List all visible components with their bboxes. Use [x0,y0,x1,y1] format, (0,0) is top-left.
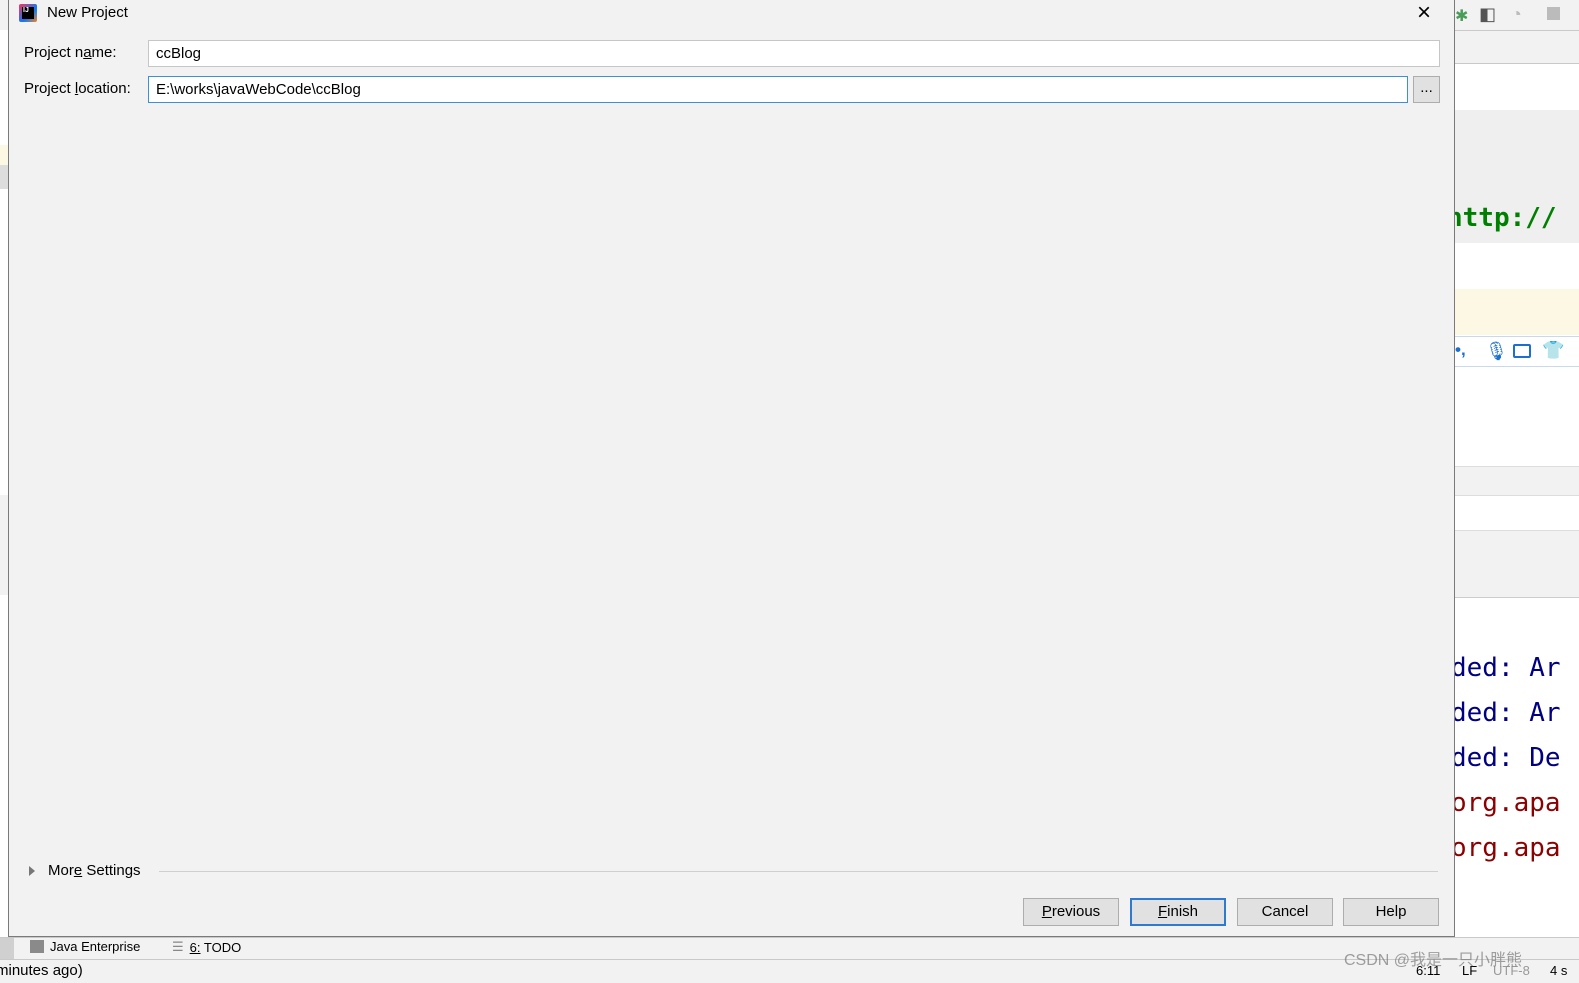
triangle-right-icon [29,865,35,876]
dialog-title: New Project [47,4,128,21]
tool-tab-todo[interactable]: ☰ 6: TODO [172,939,241,955]
panel-header [1455,466,1579,496]
console-output: ded: Ar ded: Ar ded: De org.apa org.apa [1451,646,1561,871]
skin-shirt-icon[interactable]: 👕 [1542,340,1564,361]
ime-punct-toggle[interactable]: •, [1455,340,1466,360]
stop-icon[interactable] [1547,7,1560,20]
editor-highlight-line [1455,289,1579,335]
run-panel-toolbar [1455,530,1579,598]
intellij-logo-icon: IJ [19,4,37,22]
status-message: minutes ago) [0,962,83,979]
tool-tab-java-enterprise[interactable]: Java Enterprise [30,939,140,954]
java-enterprise-icon [30,940,44,953]
project-name-label: Project name: [24,44,117,61]
profile-icon[interactable]: ◔ [1511,4,1522,25]
more-settings-label: More Settings [48,862,141,879]
indent-setting[interactable]: 4 s [1550,963,1567,978]
console-line: ded: De [1451,743,1561,773]
finish-button[interactable]: Finish [1130,898,1226,926]
previous-button[interactable]: Previous [1023,898,1119,926]
tool-tab-partial[interactable] [0,938,14,959]
tool-tab-todo-label: 6: TODO [189,939,242,955]
help-button[interactable]: Help [1343,898,1439,926]
cancel-button[interactable]: Cancel [1237,898,1333,926]
console-line: org.apa [1451,788,1561,818]
close-icon[interactable]: × [1417,0,1431,26]
browse-button[interactable]: ... [1413,76,1440,103]
project-name-input[interactable]: ccBlog [148,40,1440,67]
console-line: ded: Ar [1451,698,1561,728]
run-coverage-icon[interactable]: ◧ [1479,4,1496,25]
microphone-icon[interactable]: 🎙 [1485,341,1508,362]
separator [159,871,1438,872]
console-line: ded: Ar [1451,653,1561,683]
debug-icon[interactable]: ✱ [1455,6,1468,26]
editor-tabs [1455,31,1579,64]
project-location-label: Project location: [24,80,131,97]
ide-background-editor: ✱ ◧ ◔ http:// ded: Ar ded: Ar ded: De or… [1447,0,1579,937]
ide-status-area: Java Enterprise ☰ 6: TODO minutes ago) 6… [0,937,1579,983]
new-project-dialog: IJ New Project × Project name: ccBlog Pr… [8,0,1455,937]
ide-left-sliver [0,30,8,937]
list-icon: ☰ [172,939,184,954]
watermark: CSDN @我是一只小胖熊 [1344,952,1523,969]
ide-toolbar: ✱ ◧ ◔ [1455,0,1579,31]
console-line: org.apa [1451,833,1561,863]
editor-text: http:// [1447,203,1557,233]
more-settings-toggle[interactable]: More Settings [29,862,141,879]
project-location-input[interactable]: E:\works\javaWebCode\ccBlog [148,76,1408,103]
keyboard-icon[interactable] [1513,344,1531,358]
